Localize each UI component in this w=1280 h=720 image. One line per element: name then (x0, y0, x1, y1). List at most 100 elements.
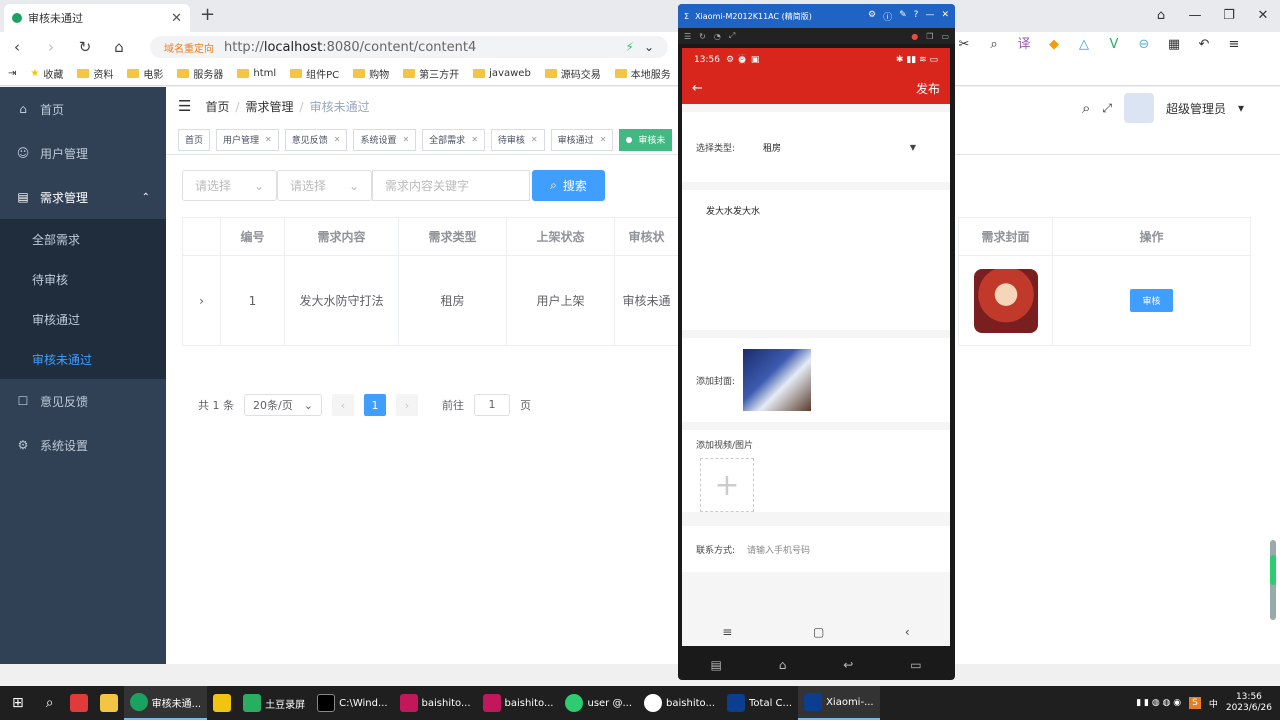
close-icon[interactable]: ✕ (941, 10, 949, 23)
gear-icon[interactable]: ⚙ (868, 10, 876, 23)
bookmark-item[interactable]: 源码交易 (544, 66, 601, 81)
bookmark-item[interactable]: javaweb (473, 68, 531, 79)
sticky-notes-icon[interactable] (207, 686, 237, 720)
username[interactable]: 超级管理员 (1166, 100, 1226, 117)
fullscreen-icon[interactable]: ⤢ (1102, 101, 1112, 116)
tag-home[interactable]: 首页 (178, 128, 211, 151)
taskbar-idea-2[interactable]: baishito... (477, 686, 560, 720)
taskbar-hbuilder[interactable]: baishito... (638, 686, 721, 720)
add-media-button[interactable]: + (700, 458, 754, 512)
bookmark-item[interactable]: 资料 (77, 66, 113, 81)
translate-icon[interactable]: 译 (1015, 36, 1033, 54)
cover-thumbnail[interactable] (743, 349, 812, 411)
bookmark-item[interactable]: 组件PC (290, 66, 339, 81)
browser-tab[interactable]: 审核未通过 ✕ (4, 4, 190, 32)
avatar[interactable] (1123, 93, 1154, 123)
taskbar-user[interactable]: user @... (559, 686, 638, 720)
youdao-icon[interactable] (64, 686, 94, 720)
help-icon[interactable]: ? (914, 10, 919, 23)
publish-button[interactable]: 发布 (916, 80, 940, 97)
bookmark-item[interactable]: html (237, 68, 276, 79)
search-icon[interactable]: ⌕ (36, 686, 64, 720)
tag-feedback[interactable]: 意见反馈 ✕ (284, 128, 348, 151)
back-arrow-icon[interactable]: ← (692, 81, 703, 96)
sidebar-item-settings[interactable]: ⚙ 系统设置 (0, 423, 166, 467)
bookmark-item[interactable]: 服务器 (177, 66, 223, 81)
type-row[interactable]: 选择类型: 租房 ▼ (696, 112, 936, 182)
expand-icon[interactable]: › (182, 255, 221, 346)
taskbar-recorder[interactable]: 土豆录屏 (237, 686, 311, 720)
back-icon[interactable]: ↩ (843, 658, 853, 672)
search-icon[interactable]: ⌕ (985, 36, 1003, 54)
expand-icon[interactable]: ⤢ (729, 31, 735, 41)
keyword-input[interactable]: 需求内容关键字 (372, 170, 530, 201)
recent-icon[interactable]: ▭ (910, 658, 921, 672)
rotate-icon[interactable]: ↻ (699, 32, 706, 41)
minimize-icon[interactable]: — (925, 10, 934, 23)
grid-icon[interactable]: ▦ (1165, 36, 1183, 54)
record-icon[interactable]: ● (911, 32, 918, 41)
bookmark-favorites[interactable]: ★ 收藏 (30, 66, 63, 81)
page-number[interactable]: 1 (364, 394, 386, 416)
breadcrumb-demand[interactable]: 需求管理 (246, 100, 294, 114)
next-page-button[interactable]: › (396, 394, 418, 416)
restore-icon[interactable]: ❐ (1212, 0, 1246, 32)
close-tag-icon[interactable]: ✕ (471, 135, 478, 144)
sidebar-item-home[interactable]: ⌂ 首页 (0, 87, 166, 131)
new-tab-icon[interactable]: + (200, 4, 215, 25)
type-select[interactable]: 请选择 ⌄ (182, 170, 277, 201)
close-tag-icon[interactable]: ✕ (531, 135, 538, 144)
file-explorer-icon[interactable] (94, 686, 124, 720)
copy-icon[interactable]: ❐ (926, 32, 933, 41)
pin-icon[interactable]: ✎ (899, 10, 907, 23)
tag-pending[interactable]: 待审核 ✕ (490, 128, 545, 151)
menu-icon[interactable]: ▤ (710, 658, 721, 672)
tag-users[interactable]: 用户管理 ✕ (216, 128, 279, 151)
start-button[interactable]: ⊞ (0, 686, 36, 720)
shield-icon[interactable]: ◆ (1045, 36, 1063, 54)
bookmark-item[interactable]: 购物 (353, 66, 389, 81)
bookmark-item[interactable]: 第三方开 (403, 66, 459, 81)
taskbar-browser[interactable]: 审核未通... (123, 686, 208, 720)
sidebar-sub-all[interactable]: 全部需求 (0, 219, 166, 259)
tag-all[interactable]: 全部需求 ✕ (422, 128, 485, 151)
sidebar-item-demands[interactable]: ▤ 需求管理 ⌃ (0, 175, 166, 219)
ime-icon[interactable]: S (1189, 697, 1201, 709)
close-tag-icon[interactable]: ✕ (334, 135, 341, 144)
recent-apps-icon[interactable]: ≡ (722, 625, 732, 639)
content-textarea[interactable]: 发大水发大水 (696, 190, 936, 330)
sidebar-sub-approved[interactable]: 审核通过 (0, 299, 166, 339)
close-tag-icon[interactable]: ✕ (265, 135, 272, 144)
prev-page-button[interactable]: ‹ (332, 394, 354, 416)
home-button-icon[interactable]: ▢ (813, 625, 824, 639)
info-icon[interactable]: ⓘ (883, 10, 892, 23)
sidebar-sub-pending[interactable]: 待审核 (0, 259, 166, 299)
minimize-icon[interactable]: — (1178, 0, 1212, 32)
clock[interactable]: 13:56 2023/6/26 (1226, 692, 1272, 714)
ime-chinese-icon[interactable]: 中 (1209, 697, 1218, 710)
phone-input[interactable]: 请输入手机号码 (747, 543, 810, 556)
back-icon[interactable]: ‹ (0, 38, 34, 56)
chevron-down-icon[interactable]: ⌄ (644, 40, 654, 54)
tag-approved[interactable]: 审核通过 ✕ (550, 128, 614, 151)
sidebar-toggle-icon[interactable]: ⇥ (8, 68, 16, 79)
minus-circle-icon[interactable]: ⊖ (1135, 36, 1153, 54)
scissors-icon[interactable]: ✂ (955, 36, 973, 54)
close-tab-icon[interactable]: ✕ (171, 11, 182, 26)
home-icon[interactable]: ⌂ (102, 38, 136, 56)
close-tag-icon[interactable]: ✕ (600, 135, 607, 144)
goto-input[interactable]: 1 (474, 394, 510, 416)
taskbar-total[interactable]: Total C... (721, 686, 798, 720)
taskbar-idea-1[interactable]: baishito... (394, 686, 477, 720)
url-field[interactable]: 域名重定向 http://localhost:8080/content/cont… (150, 36, 668, 58)
tray-icons[interactable]: ▮ ▮ ◍ ◍ ◉ (1136, 698, 1181, 708)
screen-icon[interactable]: ▭ (941, 32, 949, 41)
page-size-select[interactable]: 20条/页 ⌄ (244, 394, 322, 416)
bell-icon[interactable]: ◔ (714, 32, 721, 41)
back-icon[interactable]: ‹ (905, 625, 910, 639)
sidebar-item-users[interactable]: ☺ 用户管理 (0, 131, 166, 175)
shirt-icon[interactable]: ⌂ (1144, 0, 1178, 32)
vue-icon[interactable]: V (1105, 36, 1123, 54)
sidebar-sub-rejected[interactable]: 审核未通过 (0, 339, 166, 379)
close-tag-icon[interactable]: ✕ (402, 135, 409, 144)
